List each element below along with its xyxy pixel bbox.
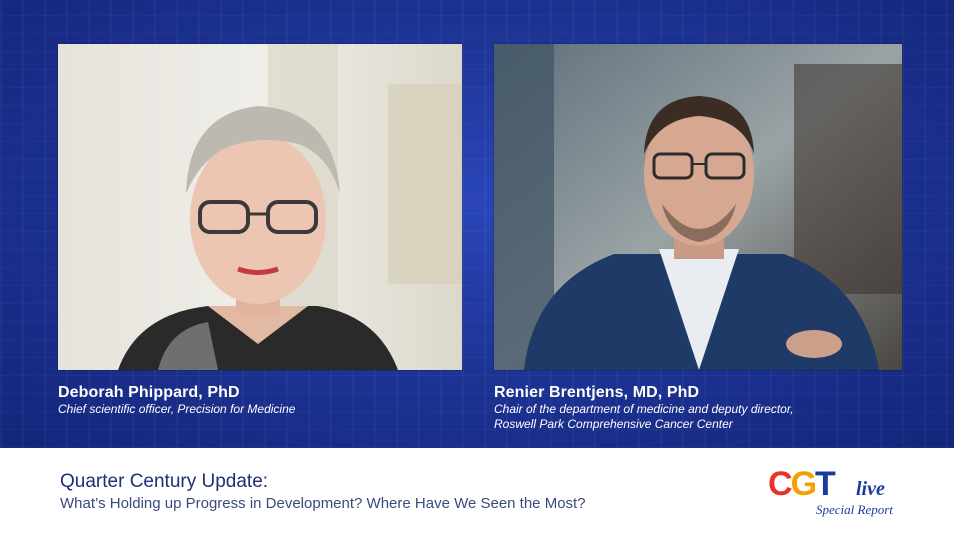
logo-letter-t: T	[815, 465, 836, 503]
speaker-portrait-left	[58, 44, 462, 370]
speaker-caption-right: Renier Brentjens, MD, PhD Chair of the d…	[494, 383, 914, 432]
video-feed-right	[494, 44, 902, 370]
episode-headline: Quarter Century Update:	[60, 471, 269, 492]
speaker-name-right: Renier Brentjens, MD, PhD	[494, 384, 700, 401]
speaker-portrait-right	[494, 44, 902, 370]
logo-letter-c: C	[768, 465, 793, 503]
speaker-role-left: Chief scientific officer, Precision for …	[58, 402, 296, 416]
speaker-role-right-line2: Roswell Park Comprehensive Cancer Center	[494, 417, 733, 431]
video-feed-left	[58, 44, 462, 370]
episode-subtitle: What’s Holding up Progress in Developmen…	[60, 495, 586, 512]
cgt-wordmark: CGT	[768, 465, 836, 503]
logo-tagline: Special Report	[816, 502, 893, 517]
logo-letter-g: G	[790, 465, 817, 503]
cgtlive-logo: CGT live Special Report	[768, 466, 918, 520]
speaker-role-right-line1: Chair of the department of medicine and …	[494, 402, 794, 416]
logo-live-text: live	[856, 478, 885, 500]
speaker-caption-left: Deborah Phippard, PhD Chief scientific o…	[58, 383, 458, 417]
speaker-name-left: Deborah Phippard, PhD	[58, 384, 240, 401]
